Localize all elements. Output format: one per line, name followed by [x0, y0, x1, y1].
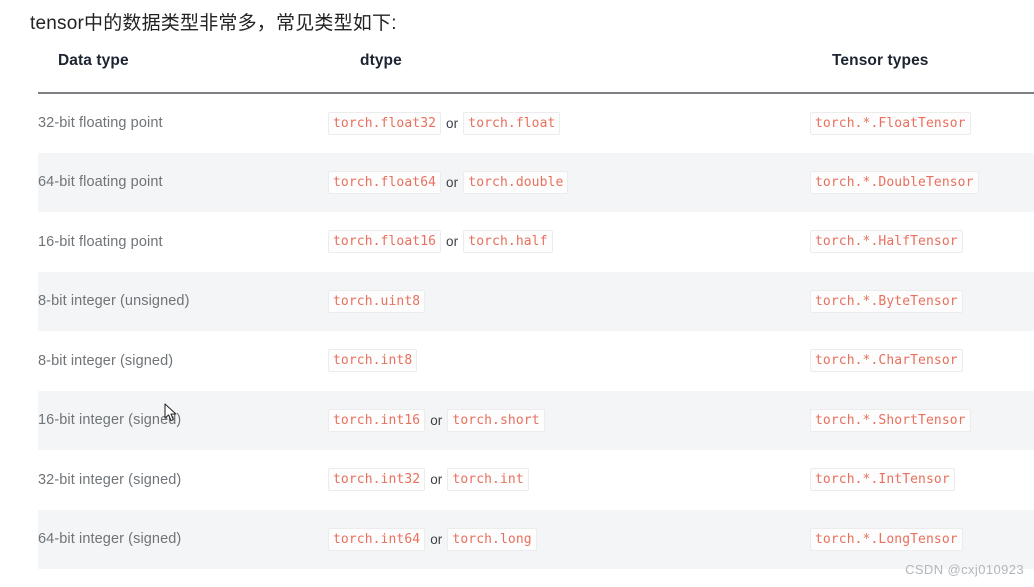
column-header-data-type: Data type — [38, 52, 328, 94]
table-row: 8-bit integer (signed) torch.int8 torch.*.… — [38, 331, 1034, 391]
watermark: CSDN @cxj010923 — [905, 562, 1024, 577]
cell-tensor-type: torch.*.LongTensor — [810, 510, 1034, 570]
code-chip-dtype-alt: torch.int — [447, 468, 529, 492]
cell-data-type: 8-bit integer (unsigned) — [38, 293, 190, 310]
cell-tensor-type: torch.*.DoubleTensor — [810, 153, 1034, 213]
cell-tensor-type: torch.*.ShortTensor — [810, 391, 1034, 451]
code-chip-dtype-alt: torch.short — [447, 408, 545, 432]
code-chip-dtype-alt: torch.float — [463, 111, 561, 135]
cell-data-type: 16-bit integer (signed) — [38, 412, 182, 429]
code-chip-dtype-alt: torch.half — [463, 230, 553, 254]
code-chip-dtype-primary: torch.int16 — [328, 408, 426, 432]
cell-dtype: torch.float32 or torch.float — [328, 93, 810, 153]
or-separator: or — [430, 531, 443, 547]
cell-dtype: torch.float64 or torch.double — [328, 153, 810, 213]
cell-data-type: 64-bit integer (signed) — [38, 531, 182, 548]
or-separator: or — [446, 174, 459, 190]
code-chip-dtype-alt: torch.long — [447, 527, 537, 551]
cell-tensor-type: torch.*.IntTensor — [810, 450, 1034, 510]
code-chip-tensor-type: torch.*.ShortTensor — [810, 408, 971, 432]
code-chip-tensor-type: torch.*.LongTensor — [810, 527, 963, 551]
dtype-table: Data type dtype Tensor types 32-bit floa… — [38, 52, 1034, 569]
or-separator: or — [430, 472, 443, 488]
cell-dtype: torch.int64 or torch.long — [328, 510, 810, 570]
code-chip-tensor-type: torch.*.IntTensor — [810, 468, 955, 492]
code-chip-dtype-primary: torch.int64 — [328, 527, 426, 551]
or-separator: or — [430, 412, 443, 428]
code-chip-dtype-primary: torch.int32 — [328, 468, 426, 492]
cell-data-type: 32-bit floating point — [38, 115, 163, 132]
cell-dtype: torch.int32 or torch.int — [328, 450, 810, 510]
cell-dtype: torch.int16 or torch.short — [328, 391, 810, 451]
cell-tensor-type: torch.*.ByteTensor — [810, 272, 1034, 332]
table-row: 32-bit floating point torch.float32 or torc… — [38, 93, 1034, 153]
code-chip-dtype-primary: torch.float64 — [328, 170, 442, 194]
table-body: 32-bit floating point torch.float32 or torc… — [38, 93, 1034, 569]
cell-dtype: torch.float16 or torch.half — [328, 212, 810, 272]
cell-tensor-type: torch.*.FloatTensor — [810, 93, 1034, 153]
cell-dtype: torch.int8 — [328, 331, 810, 391]
code-chip-tensor-type: torch.*.DoubleTensor — [810, 170, 979, 194]
column-header-dtype: dtype — [328, 52, 810, 94]
table-row: 64-bit integer (signed) torch.int64 or torc… — [38, 509, 1034, 570]
table-row: 8-bit integer (unsigned) torch.uint8 torch… — [38, 271, 1034, 332]
cell-data-type: 8-bit integer (signed) — [38, 352, 174, 369]
code-chip-tensor-type: torch.*.HalfTensor — [810, 230, 963, 254]
cell-data-type: 64-bit floating point — [38, 174, 163, 191]
table-row: 64-bit floating point torch.float64 or torc… — [38, 152, 1034, 213]
code-chip-tensor-type: torch.*.ByteTensor — [810, 289, 963, 313]
cell-dtype: torch.uint8 — [328, 272, 810, 332]
intro-text: tensor中的数据类型非常多，常见类型如下: — [30, 13, 397, 34]
column-header-tensor-types: Tensor types — [810, 52, 1034, 94]
page-root: tensor中的数据类型非常多，常见类型如下: Data type dtype … — [0, 0, 1034, 587]
cell-data-type: 32-bit integer (signed) — [38, 471, 182, 488]
table-row: 32-bit integer (signed) torch.int32 or torc… — [38, 450, 1034, 510]
cell-tensor-type: torch.*.CharTensor — [810, 331, 1034, 391]
or-separator: or — [446, 234, 459, 250]
code-chip-dtype-primary: torch.int8 — [328, 349, 418, 373]
cell-tensor-type: torch.*.HalfTensor — [810, 212, 1034, 272]
code-chip-dtype-primary: torch.float16 — [328, 230, 442, 254]
code-chip-dtype-primary: torch.uint8 — [328, 289, 426, 313]
code-chip-tensor-type: torch.*.CharTensor — [810, 349, 963, 373]
table-row: 16-bit floating point torch.float16 or torc… — [38, 212, 1034, 272]
table-header: Data type dtype Tensor types — [38, 52, 1034, 94]
code-chip-dtype-primary: torch.float32 — [328, 111, 442, 135]
code-chip-dtype-alt: torch.double — [463, 170, 569, 194]
table-row: 16-bit integer (signed) torch.int16 or torc… — [38, 390, 1034, 451]
cell-data-type: 16-bit floating point — [38, 233, 163, 250]
dtype-table-container: Data type dtype Tensor types 32-bit floa… — [38, 52, 1034, 569]
table-header-row: Data type dtype Tensor types — [38, 52, 1034, 94]
or-separator: or — [446, 115, 459, 131]
code-chip-tensor-type: torch.*.FloatTensor — [810, 111, 971, 135]
